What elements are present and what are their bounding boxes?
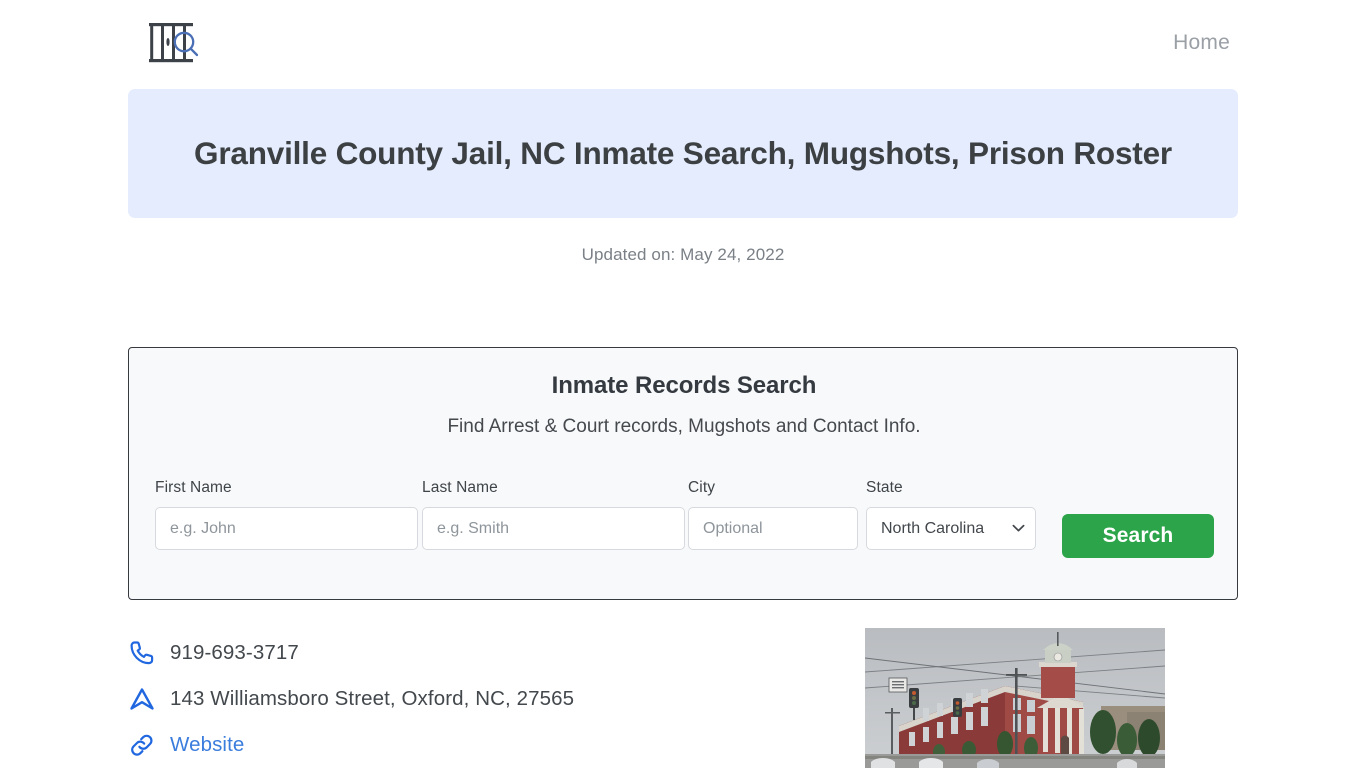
city-field-group: City [688, 479, 858, 550]
last-name-input[interactable] [422, 507, 685, 550]
facility-phone-number: 919-693-3717 [170, 641, 299, 664]
state-field-group: State North Carolina [866, 479, 1036, 550]
inmate-records-search-card: Inmate Records Search Find Arrest & Cour… [128, 347, 1238, 600]
brand-logo-link[interactable] [146, 20, 204, 66]
primary-nav: Home [1173, 31, 1230, 55]
contact-row-website: Website [126, 722, 826, 768]
updated-on-text: Updated on: May 24, 2022 [581, 245, 785, 264]
jail-bars-search-logo-svg [149, 22, 199, 62]
nav-item-home[interactable]: Home [1173, 31, 1230, 55]
state-label: State [866, 479, 903, 496]
first-name-input[interactable] [155, 507, 418, 550]
facility-photo [865, 628, 1165, 768]
city-input[interactable] [688, 507, 858, 550]
hero-banner: Granville County Jail, NC Inmate Search,… [128, 89, 1238, 218]
facility-website-link[interactable]: Website [170, 733, 244, 757]
search-button[interactable]: Search [1062, 514, 1214, 558]
phone-icon [126, 638, 158, 668]
last-name-field-group: Last Name [422, 479, 685, 550]
facility-photo-image [865, 628, 1165, 768]
search-card-subtitle: Find Arrest & Court records, Mugshots an… [447, 416, 921, 437]
contact-row-address: 143 Williamsboro Street, Oxford, NC, 275… [126, 676, 826, 722]
page-root: Home Granville County Jail, NC Inmate Se… [0, 0, 1366, 768]
last-name-label: Last Name [422, 479, 498, 496]
page-title: Granville County Jail, NC Inmate Search,… [194, 134, 1172, 171]
link-icon [126, 730, 158, 760]
state-select-wrapper: North Carolina [866, 507, 1036, 550]
facility-contact-info: 919-693-3717 143 Williamsboro Street, Ox… [126, 630, 826, 768]
search-card-title: Inmate Records Search [551, 372, 817, 399]
city-label: City [688, 479, 716, 496]
first-name-label: First Name [155, 479, 232, 496]
navigation-arrow-icon [126, 684, 158, 714]
site-header: Home [0, 0, 1366, 85]
state-select[interactable]: North Carolina [866, 507, 1036, 550]
facility-address: 143 Williamsboro Street, Oxford, NC, 275… [170, 687, 575, 710]
jail-bars-search-logo-icon [146, 20, 204, 66]
contact-row-phone: 919-693-3717 [126, 630, 826, 676]
first-name-field-group: First Name [155, 479, 418, 550]
search-form: First Name Last Name City State North Ca… [129, 479, 1239, 579]
